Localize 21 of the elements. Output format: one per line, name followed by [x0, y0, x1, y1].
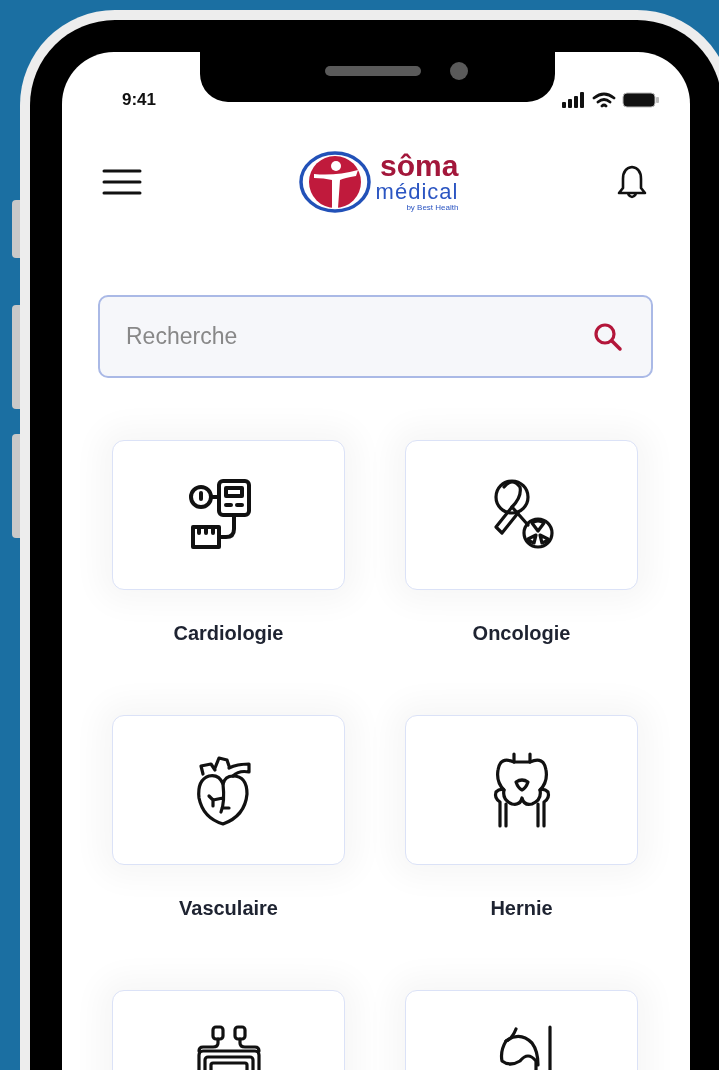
category-label: Hernie	[490, 896, 553, 920]
status-time: 9:41	[122, 89, 157, 112]
logo-name: sôma	[380, 151, 459, 181]
camera	[450, 62, 468, 80]
logo-subtitle: médical	[375, 181, 459, 203]
category-label: Vasculaire	[179, 896, 278, 920]
search-field[interactable]: Recherche	[98, 295, 653, 378]
category-label: Cardiologie	[173, 621, 284, 645]
menu-icon[interactable]	[102, 168, 142, 196]
logo-emblem-icon	[297, 150, 372, 214]
category-card[interactable]	[112, 440, 345, 590]
battery-icon	[622, 92, 660, 108]
wifi-icon	[592, 91, 616, 109]
signal-icon	[562, 92, 586, 108]
category-label: Oncologie	[472, 621, 571, 645]
logo-tagline: by Best Health	[406, 203, 459, 213]
category-card[interactable]	[112, 715, 345, 865]
category-card[interactable]	[405, 440, 638, 590]
search-icon[interactable]	[593, 321, 623, 352]
category-card[interactable]	[405, 715, 638, 865]
search-input[interactable]: Recherche	[126, 319, 526, 354]
